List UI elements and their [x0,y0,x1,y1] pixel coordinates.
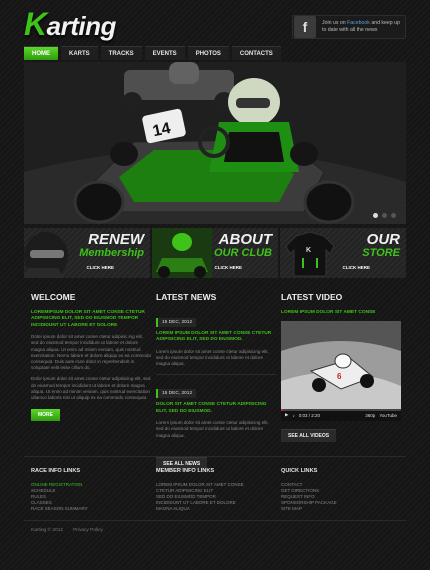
welcome-heading: WELCOME [31,292,76,302]
news-section: LATEST NEWS 15 DEC, 2012 LOREM IPSUM DOL… [156,292,276,470]
kart-number: 14 [151,120,172,140]
copyright-bar: Karting © 2012 Privacy Policy [31,528,103,533]
slider-dot[interactable] [373,213,378,218]
logo-text: arting [46,11,117,41]
footer-link[interactable]: RACE SEASON SUMMARY [31,506,151,512]
news-item: 15 DEC, 2012 LOREM IPSUM DOLOR SIT AMET … [156,310,276,376]
footer-member-links: MEMBER INFO LINKS LOREM IPSUM DOLOR SIT … [156,468,276,512]
volume-icon[interactable]: ♪ [292,413,294,418]
video-quality[interactable]: 360p [365,413,375,418]
site-logo[interactable]: Karting [24,6,116,43]
banner-subtitle: OUR CLUB [213,247,272,259]
video-time: 0:03 / 2:20 [298,412,320,418]
nav-photos[interactable]: PHOTOS [187,46,229,60]
jacket-image: K [285,231,335,277]
nav-tracks[interactable]: TRACKS [100,46,142,60]
footer-quick-links: QUICK LINKS CONTACT GET DIRECTIONS REQUE… [281,468,401,512]
hero-slider[interactable]: 14 [24,62,406,224]
banner-about-club[interactable]: ABOUT OUR CLUB CLICK HERE [152,228,278,278]
banner-click-here[interactable]: CLICK HERE [342,265,370,270]
see-all-videos-button[interactable]: SEE ALL VIDEOS [281,429,337,443]
more-button[interactable]: MORE [31,409,60,422]
video-progress-fill [281,409,284,412]
footer-heading: MEMBER INFO LINKS [156,468,215,474]
banner-subtitle: STORE [362,247,400,259]
news-date: 15 DEC, 2012 [156,318,197,327]
youtube-logo[interactable]: YouTube [379,413,397,418]
banner-our-store[interactable]: K OUR STORE CLICK HERE [280,228,406,278]
news-item: 15 DEC, 2012 DOLOR SIT AMET CONSE CTETUR… [156,381,276,445]
facebook-widget[interactable]: f Join us on Facebook and keep up to dat… [292,15,406,39]
welcome-intro: LOREMIPSUM DOLOR SIT AMET CONSE CTETUR A… [31,310,145,328]
banner-click-here[interactable]: CLICK HERE [86,265,114,270]
facebook-icon[interactable]: f [294,16,316,38]
logo-initial: K [24,6,47,42]
news-title[interactable]: LOREM IPSUM DOLOR SIT AMET CONSE CTETUR … [156,331,276,344]
news-heading: LATEST NEWS [156,292,217,302]
banner-title: ABOUT [218,231,272,248]
banner-title: RENEW [88,231,144,248]
page: Karting f Join us on Facebook and keep u… [0,0,430,570]
facebook-link[interactable]: Facebook [347,20,370,26]
hero-image: 14 [24,62,406,224]
privacy-policy-link[interactable]: Privacy Policy [73,528,103,533]
driver-helmet-image [24,232,68,278]
svg-text:6: 6 [337,372,342,381]
nav-events[interactable]: EVENTS [144,46,185,60]
welcome-paragraph: Dolor ipsum dolor sit amet conse ctetur … [31,334,152,371]
slider-dot[interactable] [382,213,387,218]
copyright-text: Karting © 2012 [31,528,64,533]
welcome-paragraph: Dolor ipsum dolor sit amet conse ctetur … [31,376,151,401]
news-text: Lorem ipsum dolor sit amet conse ctetur … [156,348,269,367]
news-date: 15 DEC, 2012 [156,389,197,399]
video-controls: ▶ ♪ 0:03 / 2:20 360p YouTube [281,409,401,422]
play-icon[interactable]: ▶ [285,412,288,418]
video-section: LATEST VIDEO LOREM IPSUM DOLOR SIT AMET … [281,292,401,443]
nav-home[interactable]: HOME [24,46,58,60]
footer-heading: QUICK LINKS [281,468,318,474]
racing-kart-image [152,228,212,278]
video-heading: LATEST VIDEO [281,292,343,302]
video-thumbnail: 6 [281,321,401,410]
video-caption: LOREM IPSUM DOLOR SIT AMET CONSE [281,310,376,315]
promo-banners: RENEW Membership CLICK HERE ABOUT OUR CL… [24,228,406,278]
video-progress[interactable] [281,409,401,412]
main-nav: HOME KARTS TRACKS EVENTS PHOTOS CONTACTS [24,46,281,60]
slider-dot[interactable] [391,213,396,218]
nav-karts[interactable]: KARTS [61,46,98,60]
svg-text:K: K [306,247,311,254]
welcome-section: WELCOME LOREMIPSUM DOLOR SIT AMET CONSE … [31,292,152,422]
footer-divider [24,520,406,521]
footer-link[interactable]: MAGNA ALIQUA [156,506,276,512]
nav-contacts[interactable]: CONTACTS [231,46,281,60]
banner-title: OUR [366,231,400,248]
footer-heading: RACE INFO LINKS [31,468,81,474]
banner-click-here[interactable]: CLICK HERE [214,265,242,270]
banner-subtitle: Membership [79,247,144,259]
slider-dots [373,213,396,218]
facebook-text: Join us on Facebook and keep up to date … [322,20,402,34]
banner-renew-membership[interactable]: RENEW Membership CLICK HERE [24,228,150,278]
footer-divider [24,456,406,457]
news-title[interactable]: DOLOR SIT AMET CONSE CTETUR ADIPISICING … [156,402,276,415]
news-text: Lorem ipsum dolor sit amet conse ctetur … [156,420,269,438]
video-player[interactable]: 6 ▶ ♪ 0:03 / 2:20 360p YouTube [281,321,401,422]
footer-link[interactable]: SITE MAP [281,506,401,512]
facebook-text-pre: Join us on [322,20,348,26]
footer-race-links: RACE INFO LINKS ONLINE REGISTRATION SCHE… [31,468,151,512]
